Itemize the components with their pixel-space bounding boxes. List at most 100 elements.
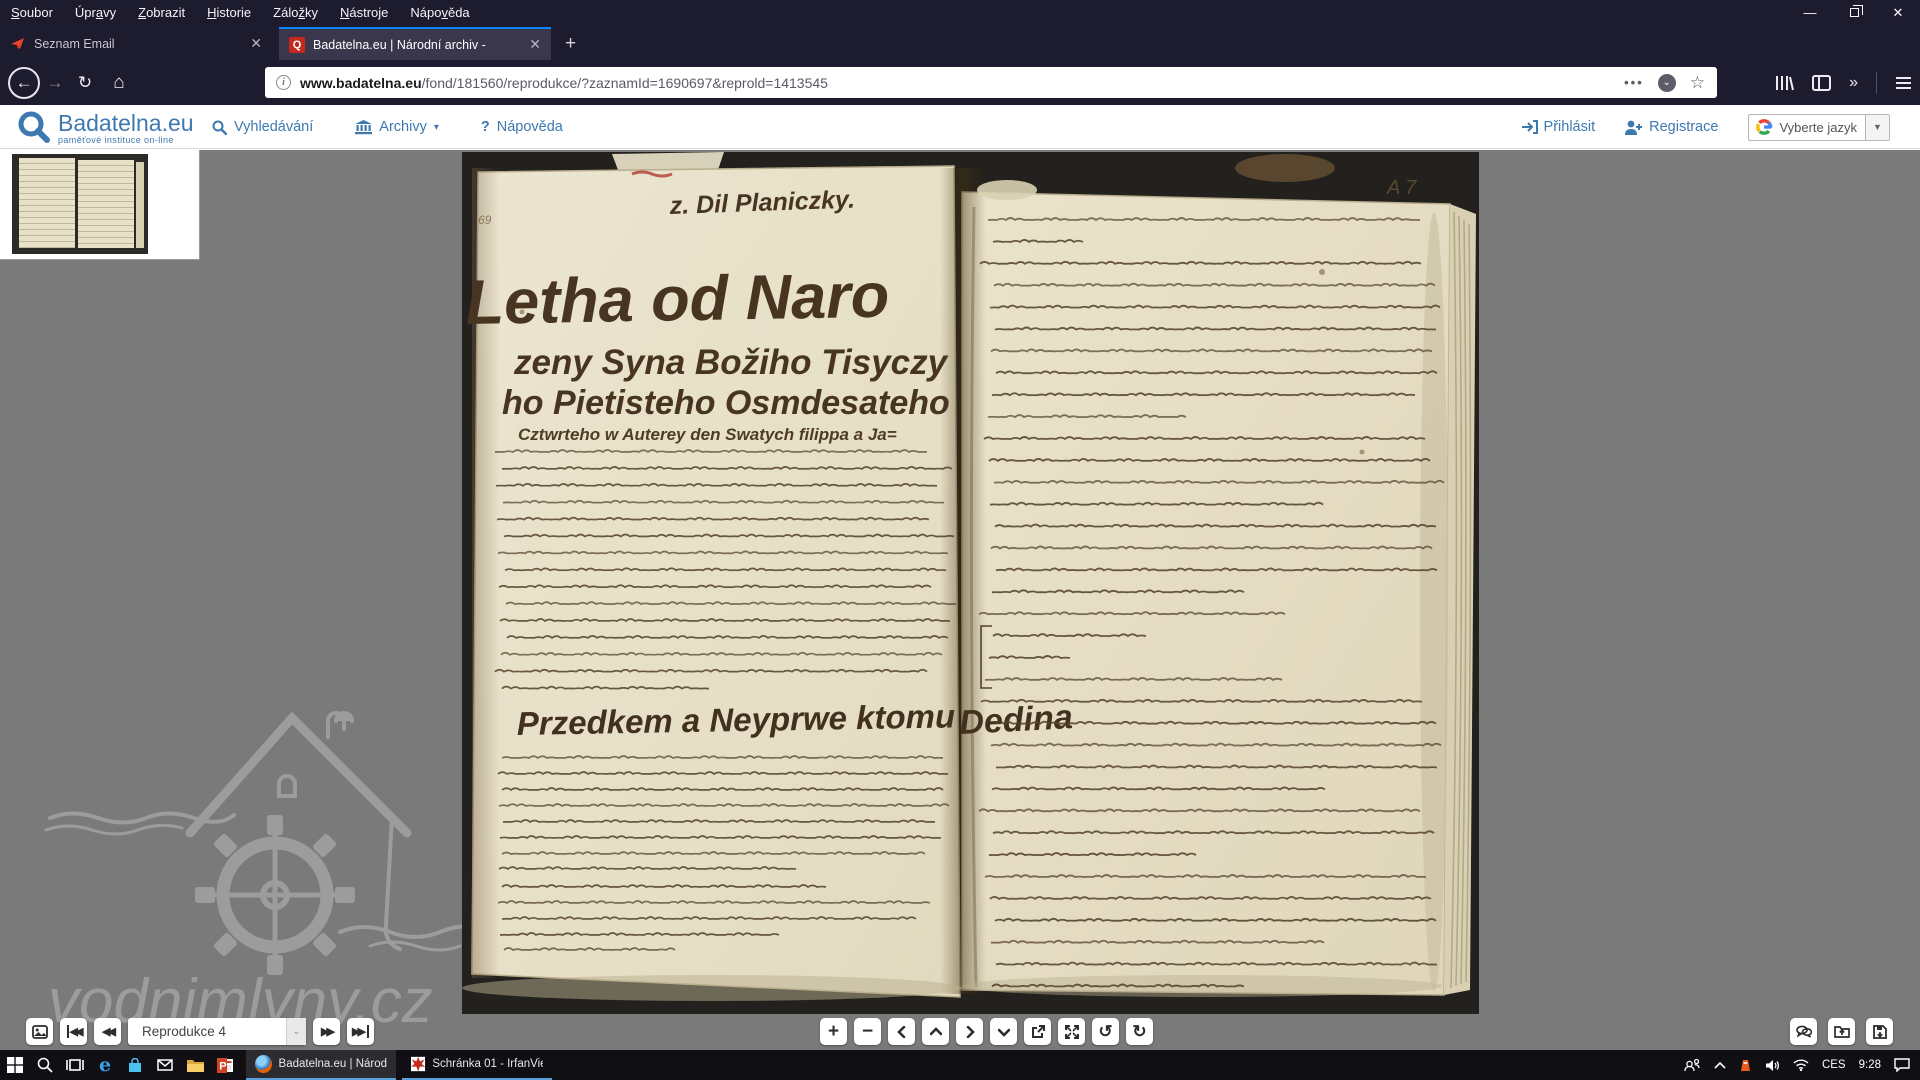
pan-down-button[interactable] (990, 1018, 1017, 1045)
menu-item-5[interactable]: Záložky (262, 0, 329, 25)
minimize-button[interactable]: — (1788, 0, 1832, 25)
vlc-cone-icon[interactable] (1739, 1059, 1752, 1072)
login-link[interactable]: Přihlásit (1522, 119, 1596, 135)
bottom-shade (962, 975, 1442, 997)
thumb-page-edges (136, 162, 144, 248)
register-link[interactable]: Registrace (1625, 119, 1718, 135)
hamburger-menu-icon[interactable] (1895, 76, 1912, 90)
bookmark-star-icon[interactable]: ☆ (1690, 73, 1705, 93)
page-select-dropdown[interactable]: Reprodukce 4 ⌄ (128, 1018, 306, 1045)
first-page-icon: ◀◀ (67, 1025, 81, 1038)
home-button[interactable]: ⌂ (104, 68, 134, 98)
hidden-icons-chevron[interactable] (1714, 1062, 1726, 1069)
clock[interactable]: 9:28 (1859, 1059, 1881, 1071)
language-caret-icon[interactable]: ▼ (1865, 115, 1889, 140)
dropdown-caret-icon[interactable]: ⌄ (286, 1018, 306, 1045)
page-actions-icon[interactable]: ••• (1624, 75, 1644, 90)
new-tab-button[interactable]: + (551, 27, 590, 60)
first-page-button[interactable]: ◀◀ (60, 1018, 87, 1045)
volume-icon[interactable] (1765, 1059, 1780, 1072)
reload-button[interactable]: ↻ (70, 68, 100, 98)
restore-button[interactable] (1832, 0, 1876, 25)
last-page-button[interactable]: ▶▶ (347, 1018, 374, 1045)
people-icon[interactable] (1684, 1058, 1701, 1072)
task-view-button[interactable] (60, 1050, 90, 1080)
site-info-icon[interactable]: i (276, 75, 291, 90)
overflow-chevrons-icon[interactable]: » (1849, 74, 1858, 92)
rotate-cw-button[interactable]: ↻ (1126, 1018, 1153, 1045)
language-select[interactable]: Vyberte jazyk ▼ (1748, 114, 1890, 141)
task-view-icon (66, 1058, 84, 1072)
screen: SouborÚpravyZobrazitHistorieZáložkyNástr… (0, 0, 1920, 1080)
action-center-icon[interactable] (1894, 1058, 1910, 1072)
pan-left-button[interactable] (888, 1018, 915, 1045)
mail-button[interactable] (150, 1050, 180, 1080)
external-link-icon (1031, 1025, 1045, 1039)
center-fold-shadow (940, 168, 986, 994)
menu-item-3[interactable]: Zobrazit (127, 0, 196, 25)
pan-right-button[interactable] (956, 1018, 983, 1045)
file-explorer-button[interactable] (180, 1050, 210, 1080)
menu-item-6[interactable]: Nástroje (329, 0, 399, 25)
store-bag-icon (128, 1058, 142, 1073)
thumb-left-page (19, 158, 75, 248)
google-translate-icon (1755, 118, 1773, 136)
comments-button[interactable] (1790, 1018, 1817, 1045)
sidebar-icon[interactable] (1812, 75, 1831, 91)
image-viewer[interactable]: vodnimlyny.cz (0, 150, 1920, 1050)
register-label: Registrace (1649, 119, 1718, 135)
last-page-icon: ▶▶ (352, 1025, 369, 1038)
window-title: Badatelna.eu | Národ... (279, 1058, 387, 1070)
next-page-button[interactable]: ▶▶ (313, 1018, 340, 1045)
menu-item-7[interactable]: Nápověda (399, 0, 480, 25)
menu-item-4[interactable]: Historie (196, 0, 262, 25)
tab-badatelna[interactable]: Q Badatelna.eu | Národní archiv - ✕ (279, 27, 551, 60)
previous-page-button[interactable]: ◀◀ (94, 1018, 121, 1045)
keyboard-layout[interactable]: CES (1822, 1059, 1846, 1071)
pan-up-button[interactable] (922, 1018, 949, 1045)
urlbar-actions: ••• ⌄ ☆ (1624, 73, 1717, 93)
zoom-in-button[interactable]: + (820, 1018, 847, 1045)
tab-close-icon[interactable]: ✕ (529, 36, 541, 53)
back-button[interactable]: ← (8, 67, 40, 99)
menu-item-2[interactable]: Úpravy (64, 0, 127, 25)
start-button[interactable] (0, 1050, 30, 1080)
tab-seznam-email[interactable]: Seznam Email ✕ (0, 27, 272, 60)
nav-search[interactable]: Vyhledávání (212, 119, 313, 135)
irfanview-icon (411, 1056, 425, 1072)
close-button[interactable]: ✕ (1876, 0, 1920, 25)
nav-help-label: Nápověda (497, 119, 563, 135)
edge-button[interactable]: e (90, 1050, 120, 1080)
pocket-icon[interactable]: ⌄ (1658, 74, 1676, 92)
navigation-toolbar: ← → ↻ ⌂ i www.badatelna.eu/fond/181560/r… (0, 60, 1920, 105)
url-bar[interactable]: i www.badatelna.eu/fond/181560/reprodukc… (265, 67, 1717, 98)
nav-archives-label: Archivy (379, 119, 427, 135)
manuscript-image[interactable]: z. Dil Planiczky. 69 A 7 Letha od Naro z… (462, 152, 1479, 1014)
nav-help[interactable]: ? Nápověda (481, 119, 563, 135)
page-thumbnail[interactable] (12, 154, 148, 254)
forward-button[interactable]: → (40, 68, 70, 98)
tab-bar: Seznam Email ✕ Q Badatelna.eu | Národní … (0, 25, 1920, 60)
open-external-button[interactable] (1024, 1018, 1051, 1045)
rotate-ccw-button[interactable]: ↺ (1092, 1018, 1119, 1045)
nav-search-label: Vyhledávání (234, 119, 313, 135)
tab-close-icon[interactable]: ✕ (250, 35, 262, 52)
fullscreen-button[interactable] (1058, 1018, 1085, 1045)
taskbar-search-button[interactable] (30, 1050, 60, 1080)
menu-item-1[interactable]: Soubor (0, 0, 64, 25)
wifi-icon[interactable] (1793, 1059, 1809, 1071)
next-icon: ▶▶ (321, 1025, 332, 1038)
store-button[interactable] (120, 1050, 150, 1080)
library-icon[interactable] (1774, 74, 1794, 92)
nav-archives[interactable]: Archivy ▾ (355, 119, 439, 135)
taskbar-window-badatelna[interactable]: Badatelna.eu | Národ... (246, 1050, 396, 1080)
folder-icon (187, 1059, 204, 1072)
badatelna-logo[interactable]: Badatelna.eu paměťové instituce on-line (16, 109, 194, 145)
zoom-out-button[interactable]: − (854, 1018, 881, 1045)
login-label: Přihlásit (1544, 119, 1596, 135)
save-button[interactable] (1866, 1018, 1893, 1045)
overview-image-button[interactable] (26, 1018, 53, 1045)
open-folder-button[interactable] (1828, 1018, 1855, 1045)
powerpoint-button[interactable]: P (210, 1050, 240, 1080)
taskbar-window-irfanview[interactable]: Schránka 01 - IrfanVie... (402, 1050, 552, 1080)
